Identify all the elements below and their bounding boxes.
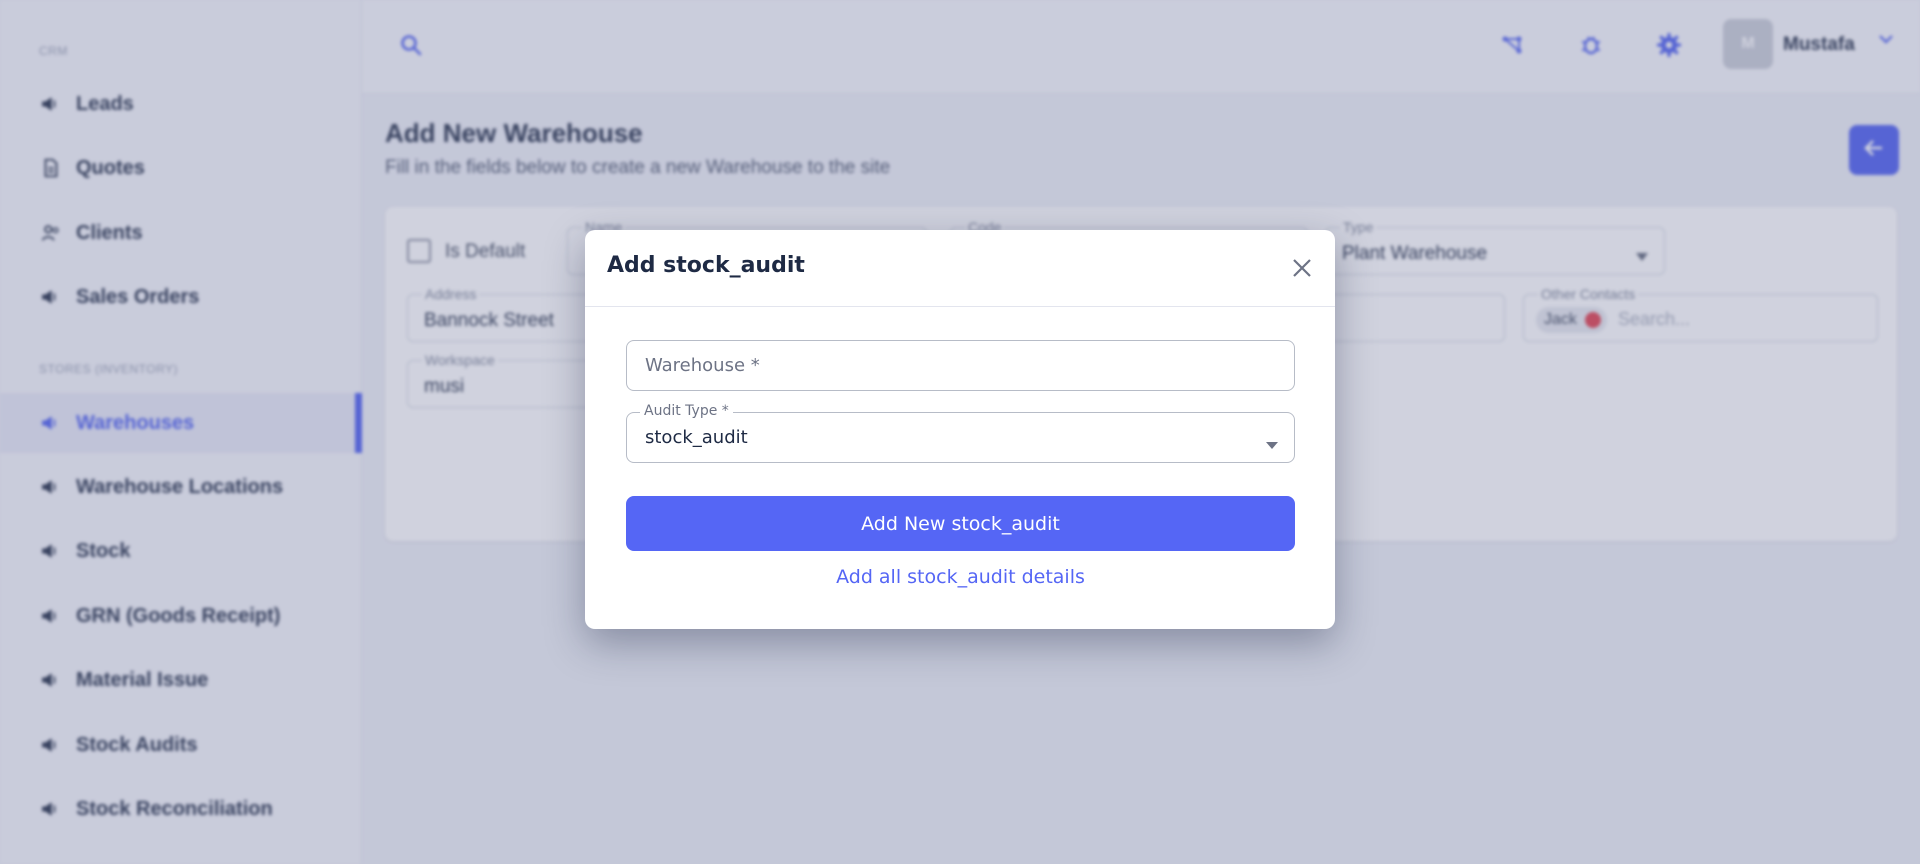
- modal-title: Add stock_audit: [607, 253, 805, 278]
- add-new-stock-audit-button[interactable]: Add New stock_audit: [626, 496, 1295, 551]
- close-icon[interactable]: [1288, 254, 1316, 282]
- caret-down-icon: [1266, 434, 1278, 453]
- warehouse-field[interactable]: [626, 340, 1295, 391]
- modal-header: Add stock_audit: [585, 230, 1335, 307]
- audit-type-label: Audit Type *: [640, 403, 733, 419]
- audit-type-value: stock_audit: [645, 427, 748, 448]
- add-stock-audit-modal: Add stock_audit Audit Type * stock_audit…: [585, 230, 1335, 629]
- add-all-details-link[interactable]: Add all stock_audit details: [626, 566, 1295, 588]
- audit-type-select[interactable]: Audit Type * stock_audit: [626, 403, 1295, 463]
- warehouse-input[interactable]: [627, 341, 1294, 390]
